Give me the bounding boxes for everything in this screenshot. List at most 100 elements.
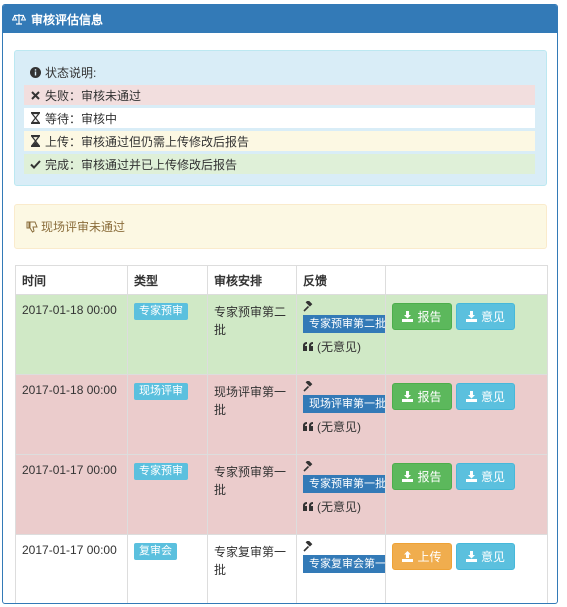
download-icon bbox=[465, 471, 477, 482]
arrangement-text: 现场评审第一批 bbox=[214, 385, 287, 417]
cell-type: 专家预审 bbox=[127, 454, 208, 535]
arrangement-text: 专家复审第一批 bbox=[214, 545, 287, 577]
type-label: 现场评审 bbox=[134, 383, 188, 400]
cell-feedback: 专家预审第二批 (无意见) bbox=[296, 294, 386, 375]
cell-type: 现场评审 bbox=[127, 374, 208, 455]
cell-actions: 上传 意见 bbox=[385, 534, 548, 603]
upload-icon bbox=[402, 551, 414, 562]
opinion-button-label: 意见 bbox=[480, 550, 505, 564]
type-label: 专家预审 bbox=[134, 303, 188, 320]
arrangement-text: 专家预审第二批 bbox=[214, 305, 287, 337]
column-header-feedback: 反馈 bbox=[296, 265, 386, 295]
report-button-label: 报告 bbox=[417, 310, 442, 324]
cell-feedback: 专家复审会第一批 bbox=[296, 534, 386, 603]
feedback-note: (无意见) bbox=[303, 498, 385, 515]
quote-left-icon bbox=[303, 422, 314, 431]
status-item-wait: 等待：审核中 bbox=[24, 108, 535, 128]
gavel-icon bbox=[303, 459, 385, 475]
cell-feedback: 现场评审第一批 (无意见) bbox=[296, 374, 386, 455]
download-icon bbox=[465, 311, 477, 322]
opinion-button[interactable]: 意见 bbox=[456, 303, 515, 330]
table-row: 2017-01-18 00:00 现场评审 现场评审第一批 现场评审第一批 (无… bbox=[15, 374, 548, 455]
panel-heading: 审核评估信息 bbox=[3, 5, 557, 33]
cell-arrangement: 专家预审第二批 bbox=[207, 294, 297, 375]
download-icon bbox=[402, 471, 414, 482]
download-icon bbox=[465, 551, 477, 562]
cell-time: 2017-01-18 00:00 bbox=[15, 374, 128, 455]
report-button[interactable]: 报告 bbox=[392, 303, 452, 330]
gavel-icon bbox=[303, 379, 385, 395]
feedback-note: (无意见) bbox=[303, 338, 385, 355]
batch-label: 专家预审第一批 bbox=[303, 475, 385, 493]
column-header-arrangement: 审核安排 bbox=[207, 265, 297, 295]
status-item-label: 上传：审核通过但仍需上传修改后报告 bbox=[45, 134, 250, 149]
column-header-actions bbox=[385, 265, 548, 295]
column-header-time: 时间 bbox=[15, 265, 128, 295]
download-icon bbox=[402, 391, 414, 402]
alert-text: 现场评审未通过 bbox=[41, 220, 126, 234]
panel-title: 审核评估信息 bbox=[31, 12, 104, 27]
batch-label: 专家预审第二批 bbox=[303, 315, 385, 333]
cell-actions: 报告 意见 bbox=[385, 294, 548, 375]
report-button-label: 报告 bbox=[417, 390, 442, 404]
cell-arrangement: 专家预审第一批 bbox=[207, 454, 297, 535]
upload-button-label: 上传 bbox=[417, 550, 442, 564]
review-failed-alert: 现场评审未通过 bbox=[14, 204, 547, 249]
check-icon bbox=[28, 159, 42, 169]
info-circle-icon bbox=[28, 66, 42, 78]
type-label: 专家预审 bbox=[134, 463, 188, 480]
gavel-icon bbox=[303, 539, 385, 555]
cell-type: 复审会 bbox=[127, 534, 208, 603]
status-item-label: 失败：审核未通过 bbox=[45, 88, 142, 103]
quote-left-icon bbox=[303, 342, 314, 351]
type-label: 复审会 bbox=[134, 543, 177, 560]
feedback-note-text: (无意见) bbox=[317, 340, 361, 354]
report-button[interactable]: 报告 bbox=[392, 463, 452, 490]
status-legend-heading: 状态说明: bbox=[24, 62, 535, 82]
times-icon bbox=[28, 90, 42, 100]
status-item-upload: 上传：审核通过但仍需上传修改后报告 bbox=[24, 131, 535, 151]
status-legend: 状态说明: 失败：审核未通过 等待：审核中 上传：审核通过但仍需上传修改后报告 bbox=[14, 50, 547, 186]
balance-scale-icon bbox=[12, 14, 26, 25]
table-row: 2017-01-18 00:00 专家预审 专家预审第二批 专家预审第二批 (无… bbox=[15, 294, 548, 375]
cell-actions: 报告 意见 bbox=[385, 374, 548, 455]
opinion-button[interactable]: 意见 bbox=[456, 463, 515, 490]
status-item-label: 等待：审核中 bbox=[45, 111, 118, 126]
table-row: 2017-01-17 00:00 专家预审 专家预审第一批 专家预审第一批 (无… bbox=[15, 454, 548, 535]
cell-time: 2017-01-17 00:00 bbox=[15, 454, 128, 535]
download-icon bbox=[465, 391, 477, 402]
status-item-label: 完成：审核通过并已上传修改后报告 bbox=[45, 157, 238, 172]
arrangement-text: 专家预审第一批 bbox=[214, 465, 287, 497]
report-button[interactable]: 报告 bbox=[392, 383, 452, 410]
cell-arrangement: 专家复审第一批 bbox=[207, 534, 297, 603]
cell-time: 2017-01-18 00:00 bbox=[15, 294, 128, 375]
table-row: 2017-01-17 00:00 复审会 专家复审第一批 专家复审会第一批 上传 bbox=[15, 534, 548, 603]
review-info-panel: 审核评估信息 状态说明: 失败：审核未通过 等待：审核中 上传：审核通过但仍需上… bbox=[2, 4, 558, 604]
upload-button[interactable]: 上传 bbox=[392, 543, 452, 570]
opinion-button[interactable]: 意见 bbox=[456, 383, 515, 410]
opinion-button-label: 意见 bbox=[480, 390, 505, 404]
table-header-row: 时间 类型 审核安排 反馈 bbox=[15, 265, 548, 295]
batch-label: 专家复审会第一批 bbox=[303, 555, 385, 573]
column-header-type: 类型 bbox=[127, 265, 208, 295]
cell-time: 2017-01-17 00:00 bbox=[15, 534, 128, 603]
quote-left-icon bbox=[303, 502, 314, 511]
cell-actions: 报告 意见 bbox=[385, 454, 548, 535]
opinion-button-label: 意见 bbox=[480, 310, 505, 324]
thumbs-down-icon bbox=[26, 221, 38, 233]
status-item-fail: 失败：审核未通过 bbox=[24, 85, 535, 105]
cell-arrangement: 现场评审第一批 bbox=[207, 374, 297, 455]
opinion-button-label: 意见 bbox=[480, 470, 505, 484]
opinion-button[interactable]: 意见 bbox=[456, 543, 515, 570]
feedback-note-text: (无意见) bbox=[317, 420, 361, 434]
status-heading-text: 状态说明: bbox=[45, 65, 97, 80]
cell-feedback: 专家预审第一批 (无意见) bbox=[296, 454, 386, 535]
download-icon bbox=[402, 311, 414, 322]
gavel-icon bbox=[303, 299, 385, 315]
feedback-note-text: (无意见) bbox=[317, 500, 361, 514]
hourglass-icon bbox=[28, 112, 42, 124]
cell-type: 专家预审 bbox=[127, 294, 208, 375]
status-item-done: 完成：审核通过并已上传修改后报告 bbox=[24, 154, 535, 174]
report-button-label: 报告 bbox=[417, 470, 442, 484]
feedback-note: (无意见) bbox=[303, 418, 385, 435]
